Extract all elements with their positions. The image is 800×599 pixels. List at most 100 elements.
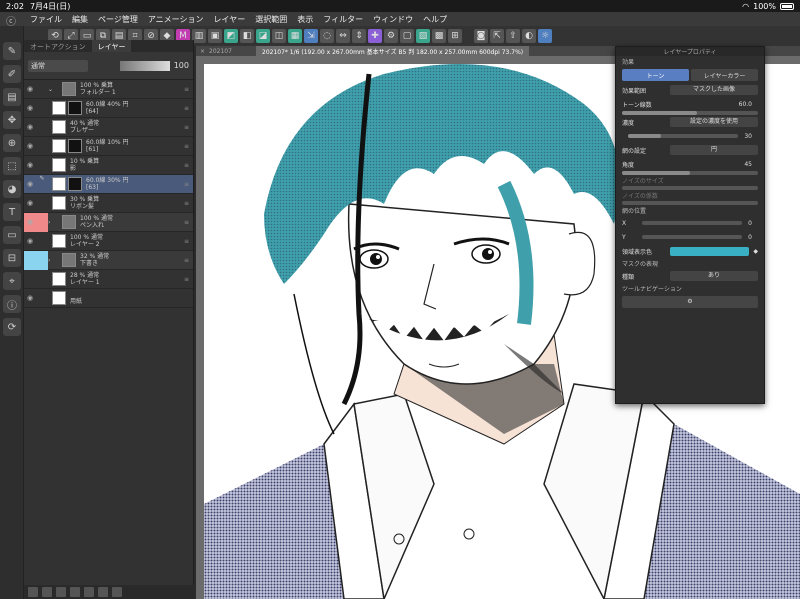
zoom-tool-icon[interactable]: ⊕: [3, 134, 21, 152]
layer-menu-icon[interactable]: ≡: [184, 105, 189, 112]
new-folder-icon[interactable]: [56, 587, 66, 597]
layer-row[interactable]: › 32 % 通常 下書き ≡: [24, 250, 193, 270]
share-icon[interactable]: ⇧: [506, 29, 520, 43]
rect-icon[interactable]: ▢: [400, 29, 414, 43]
layer-row[interactable]: ◉ 40 % 通常 ブレザー ≡: [24, 118, 193, 137]
layer-menu-icon[interactable]: ≡: [184, 181, 189, 188]
mirror-icon[interactable]: ⇔: [336, 29, 350, 43]
angle-value[interactable]: 45: [744, 161, 758, 168]
settings-icon[interactable]: ☼: [538, 29, 552, 43]
history-icon[interactable]: ⟳: [3, 318, 21, 336]
frame-tool-icon[interactable]: ▭: [3, 226, 21, 244]
density-number[interactable]: 30: [744, 133, 758, 140]
tab-layer[interactable]: レイヤー: [91, 40, 132, 52]
layer-row[interactable]: 28 % 通常 レイヤー 1 ≡: [24, 270, 193, 289]
eye-icon[interactable]: ◉: [24, 237, 36, 245]
eye-icon[interactable]: ◉: [24, 294, 36, 302]
tone-button[interactable]: トーン: [622, 69, 689, 81]
frame-icon[interactable]: ▣: [208, 29, 222, 43]
tab-auto-action[interactable]: オートアクション: [24, 40, 92, 52]
layer-row[interactable]: ◉ 30 % 乗算 リボン髪 ≡: [24, 194, 193, 213]
eyedrop-tool-icon[interactable]: ⌖: [3, 272, 21, 290]
fill-tool-icon[interactable]: ◕: [3, 180, 21, 198]
layer-row[interactable]: ◉ 60.0線 10% 円 [61] ≡: [24, 137, 193, 156]
transform-icon[interactable]: ⇲: [304, 29, 318, 43]
palette-icon[interactable]: ◐: [522, 29, 536, 43]
layer-menu-icon[interactable]: ≡: [184, 257, 189, 264]
merge-icon[interactable]: [70, 587, 80, 597]
new-layer-icon[interactable]: [28, 587, 38, 597]
chevron-right-icon[interactable]: ›: [48, 219, 58, 226]
gear-icon[interactable]: ⚙: [384, 29, 398, 43]
tone-icon[interactable]: ◩: [224, 29, 238, 43]
eye-icon[interactable]: ◉: [24, 199, 36, 207]
x-value[interactable]: 0: [748, 220, 758, 227]
menu-file[interactable]: ファイル: [30, 14, 62, 25]
y-slider[interactable]: [642, 235, 743, 239]
menu-view[interactable]: 表示: [297, 14, 313, 25]
menu-window[interactable]: ウィンドウ: [373, 14, 413, 25]
info-icon[interactable]: ⓘ: [3, 295, 21, 313]
blend-mode-select[interactable]: 通常: [28, 59, 88, 72]
density-slider[interactable]: [628, 134, 739, 138]
tone-freq-value[interactable]: 60.0: [739, 101, 758, 108]
layer-icon[interactable]: ◧: [240, 29, 254, 43]
text-tool-icon[interactable]: T: [3, 203, 21, 221]
layer-menu-icon[interactable]: ≡: [184, 219, 189, 226]
move-tool-icon[interactable]: ✥: [3, 111, 21, 129]
menu-filter[interactable]: フィルター: [323, 14, 363, 25]
menu-animation[interactable]: アニメーション: [148, 14, 204, 25]
eye-icon[interactable]: ◉: [24, 142, 36, 150]
layer-row[interactable]: ◉ 100 % 通常 レイヤー 2 ≡: [24, 232, 193, 251]
area-color-swatch[interactable]: [670, 246, 750, 256]
trash-icon[interactable]: [112, 587, 122, 597]
eye-icon[interactable]: ◉: [24, 85, 36, 93]
select-tool-icon[interactable]: ⬚: [3, 157, 21, 175]
eye-icon[interactable]: ◉: [24, 212, 36, 232]
x-slider[interactable]: [642, 221, 743, 225]
eye-icon[interactable]: [24, 250, 36, 270]
layer-menu-icon[interactable]: ≡: [184, 143, 189, 150]
camera-icon[interactable]: ◙: [474, 29, 488, 43]
menu-layer[interactable]: レイヤー: [214, 14, 246, 25]
flip-icon[interactable]: ⇕: [352, 29, 366, 43]
gradient-icon[interactable]: ▥: [192, 29, 206, 43]
pen-tool-icon[interactable]: ✎: [3, 42, 21, 60]
grid-icon[interactable]: ▩: [432, 29, 446, 43]
copy-layer-icon[interactable]: [98, 587, 108, 597]
menu-help[interactable]: ヘルプ: [423, 14, 447, 25]
colorize-icon[interactable]: ◪: [256, 29, 270, 43]
menu-page[interactable]: ページ管理: [98, 14, 138, 25]
mesh-icon[interactable]: ⊞: [448, 29, 462, 43]
eye-icon[interactable]: ◉: [24, 123, 36, 131]
y-value[interactable]: 0: [748, 234, 758, 241]
layer-tool-icon[interactable]: ▤: [3, 88, 21, 106]
bucket-icon[interactable]: ◆: [753, 248, 758, 255]
layer-row[interactable]: ◉ › 100 % 通常 ペン入れ ≡: [24, 212, 193, 232]
layer-menu-icon[interactable]: ≡: [184, 276, 189, 283]
ruler-tool-icon[interactable]: ⊟: [3, 249, 21, 267]
layer-menu-icon[interactable]: ≡: [184, 124, 189, 131]
brush-tool-icon[interactable]: ✐: [3, 65, 21, 83]
noise-factor-slider[interactable]: [622, 201, 758, 205]
export-icon[interactable]: ⇱: [490, 29, 504, 43]
new-vector-icon[interactable]: [42, 587, 52, 597]
chevron-down-icon[interactable]: ⌄: [48, 86, 58, 93]
layer-menu-icon[interactable]: ≡: [184, 162, 189, 169]
layer-row[interactable]: ◉ ⌄ 100 % 乗算 フォルダー 1 ≡: [24, 80, 193, 99]
ref-icon[interactable]: ◫: [272, 29, 286, 43]
layer-menu-icon[interactable]: ≡: [184, 200, 189, 207]
mask-select[interactable]: あり: [670, 271, 758, 281]
layer-menu-icon[interactable]: ≡: [184, 238, 189, 245]
puzzle-icon[interactable]: ✚: [368, 29, 382, 43]
eye-icon[interactable]: ◉: [24, 180, 36, 188]
menu-selection[interactable]: 選択範囲: [255, 14, 287, 25]
dot-shape-select[interactable]: 円: [670, 145, 758, 155]
menu-edit[interactable]: 編集: [72, 14, 88, 25]
effect-range-select[interactable]: マスクした画像: [670, 85, 758, 95]
tool-nav-button[interactable]: ⚙: [622, 296, 758, 308]
close-icon[interactable]: ×: [200, 48, 205, 55]
layer-color-button[interactable]: レイヤーカラー: [691, 69, 758, 81]
eye-icon[interactable]: ◉: [24, 104, 36, 112]
mask-icon[interactable]: [84, 587, 94, 597]
